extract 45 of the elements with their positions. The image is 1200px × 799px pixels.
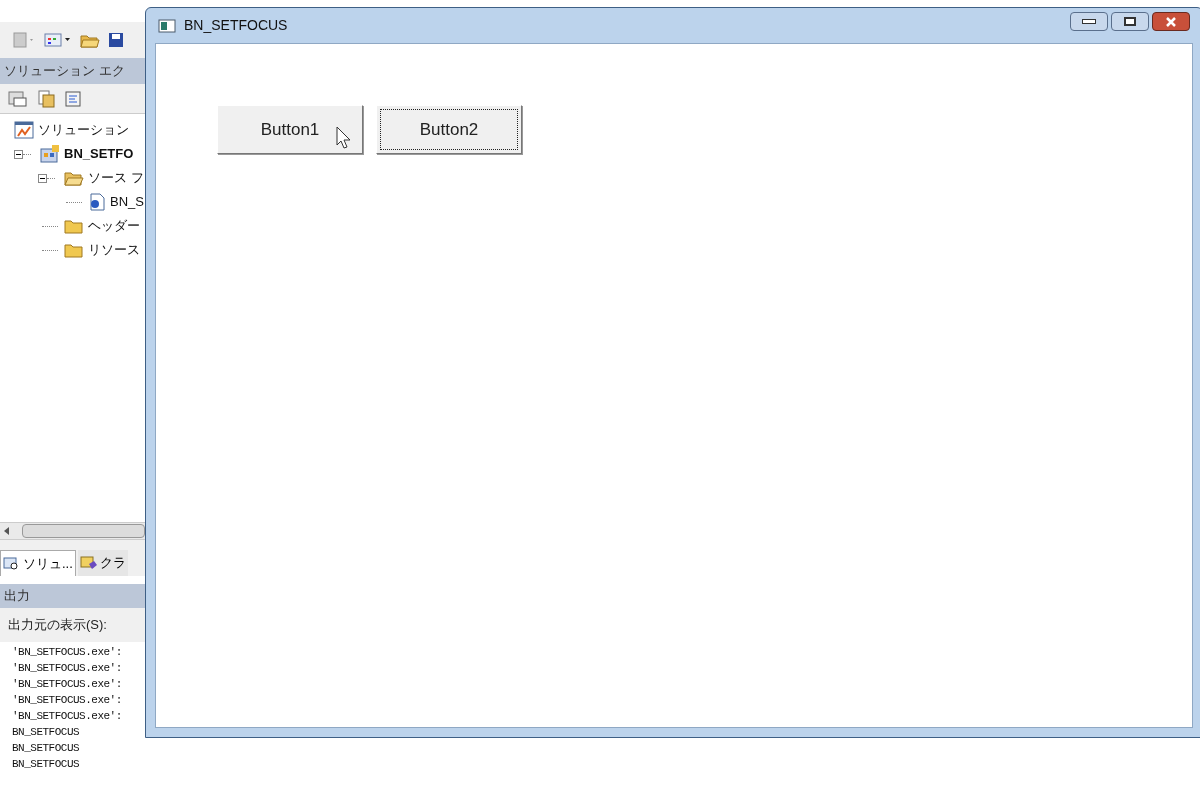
minimize-icon: [1082, 19, 1096, 24]
maximize-button[interactable]: [1111, 12, 1149, 31]
output-line: 'BN_SETFOCUS.exe':: [12, 709, 123, 724]
output-line: BN_SETFOCUS: [12, 741, 81, 756]
tree-item[interactable]: ソース フ: [88, 168, 144, 188]
panel-tab[interactable]: クラ: [77, 550, 128, 576]
minimize-button[interactable]: [1070, 12, 1108, 31]
folder-icon: [64, 218, 84, 234]
folder-icon: [64, 242, 84, 258]
push-button[interactable]: Button1: [217, 105, 363, 154]
project-icon: [40, 145, 60, 163]
add-item-icon[interactable]: [44, 31, 72, 49]
panel-tab[interactable]: ソリュ...: [0, 550, 76, 576]
tree-item[interactable]: リソース: [88, 240, 140, 260]
open-folder-icon: [64, 170, 84, 186]
tree-item[interactable]: BN_SETFO: [64, 144, 134, 164]
show-all-files-icon[interactable]: [36, 89, 56, 108]
scrollbar-thumb[interactable]: [22, 524, 145, 538]
properties-icon[interactable]: [8, 89, 28, 108]
collapse-toggle[interactable]: [14, 149, 23, 159]
output-line: 'BN_SETFOCUS.exe':: [12, 645, 123, 660]
mouse-pointer-icon: [336, 126, 352, 150]
class-view-icon: [79, 555, 98, 571]
output-source-label: 出力元の表示(S):: [8, 616, 107, 635]
maximize-icon: [1124, 17, 1136, 26]
close-button[interactable]: [1152, 12, 1190, 31]
cpp-file-icon: [88, 193, 106, 211]
window-title: BN_SETFOCUS: [184, 16, 288, 35]
tree-item[interactable]: ヘッダー: [88, 216, 140, 236]
save-icon[interactable]: [108, 31, 124, 49]
output-line: 'BN_SETFOCUS.exe':: [12, 693, 123, 708]
window-app-icon: [158, 17, 176, 34]
output-line: 'BN_SETFOCUS.exe':: [12, 661, 123, 676]
tree-item[interactable]: BN_S: [110, 192, 144, 212]
output-line: 'BN_SETFOCUS.exe':: [12, 677, 123, 692]
output-line: BN_SETFOCUS: [12, 725, 81, 740]
output-line: BN_SETFOCUS: [12, 757, 81, 772]
solution-icon: [14, 121, 34, 139]
close-icon: [1165, 16, 1177, 27]
collapse-toggle[interactable]: [38, 173, 47, 183]
tree-item[interactable]: ソリューション: [38, 120, 129, 140]
magnifier-icon: [3, 555, 21, 572]
panel-title: 出力: [4, 587, 30, 606]
panel-title: ソリューション エク: [4, 62, 125, 81]
push-button[interactable]: Button2: [376, 105, 522, 154]
